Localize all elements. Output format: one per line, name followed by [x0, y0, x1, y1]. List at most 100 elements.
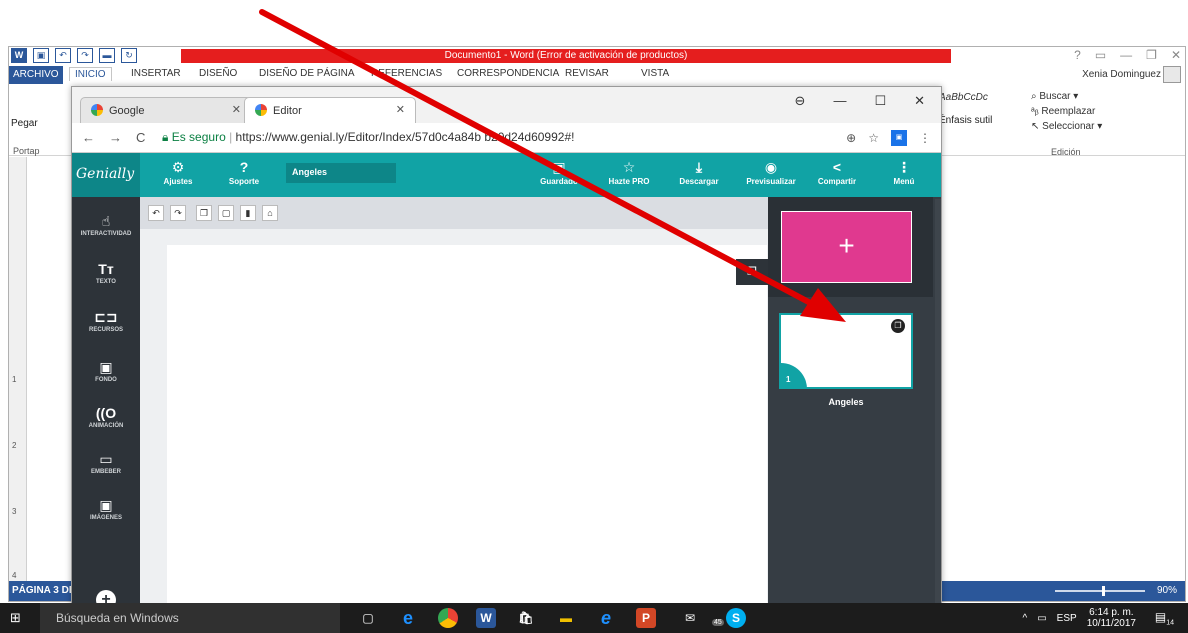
chrome-icon[interactable]: [438, 608, 458, 628]
genially-logo[interactable]: Genially: [72, 153, 140, 197]
close-icon[interactable]: ✕: [1171, 48, 1181, 62]
help-icon[interactable]: ?: [1074, 48, 1081, 62]
settings-button[interactable]: ⚙ Ajustes: [158, 157, 198, 186]
replace-button[interactable]: ᵃᵦ Reemplazar: [1031, 104, 1102, 119]
lock-icon[interactable]: ⌂: [262, 205, 278, 221]
tab-revisar[interactable]: REVISAR: [565, 68, 609, 79]
task-view-icon[interactable]: ▢: [358, 608, 378, 628]
bookmark-star-icon[interactable]: ☆: [868, 131, 879, 145]
sidebar-item-interactividad[interactable]: ☝ INTERACTIVIDAD: [72, 211, 140, 237]
go-pro-button[interactable]: ☆ Hazte PRO: [604, 157, 654, 186]
extension-icon[interactable]: ▣: [891, 130, 907, 146]
saved-button[interactable]: ▣ Guardado: [534, 157, 584, 186]
sidebar-item-embeber[interactable]: ▭ EMBEBER: [72, 449, 140, 475]
tab-diseno-pagina[interactable]: DISEÑO DE PÁGINA: [259, 68, 355, 79]
maximize-icon[interactable]: ☐: [874, 93, 886, 109]
restore-icon[interactable]: ❐: [1146, 48, 1157, 62]
network-icon[interactable]: ▭: [1037, 613, 1046, 624]
chrome-menu-icon[interactable]: ⋮: [919, 131, 931, 145]
edge-icon[interactable]: e: [398, 608, 418, 628]
sidebar-item-imagenes[interactable]: ▣ IMÁGENES: [72, 495, 140, 521]
zoom-slider-thumb[interactable]: [1102, 586, 1105, 596]
download-button[interactable]: ⤓ Descargar: [672, 157, 726, 186]
tab-insertar[interactable]: INSERTAR: [131, 68, 181, 79]
store-icon[interactable]: 🛍︎: [516, 608, 536, 628]
menu-button[interactable]: ⋮ Menú: [884, 157, 924, 186]
slide-canvas[interactable]: [167, 245, 767, 621]
slide-thumbnail[interactable]: ❐ 1: [779, 313, 913, 389]
mail-icon[interactable]: ✉: [680, 608, 700, 628]
word-app-icon[interactable]: W: [11, 48, 27, 63]
close-tab-icon[interactable]: ✕: [396, 103, 405, 116]
reload-icon[interactable]: C: [136, 130, 145, 145]
support-button[interactable]: ? Soporte: [222, 157, 266, 186]
page-indicator[interactable]: PÁGINA 3 DE: [12, 585, 76, 596]
tab-inicio[interactable]: INICIO: [69, 67, 112, 81]
delete-icon[interactable]: ▮: [240, 205, 256, 221]
browser-tab-editor[interactable]: Editor ✕: [244, 97, 416, 123]
secure-label[interactable]: 🔒︎ Es seguro: [162, 130, 226, 144]
taskbar-search-input[interactable]: Búsqueda en Windows: [40, 603, 340, 633]
zoom-slider[interactable]: [1055, 590, 1145, 592]
address-bar[interactable]: 🔒︎ Es seguro | https://www.genial.ly/Edi…: [156, 127, 856, 149]
copy-icon[interactable]: ❐: [196, 205, 212, 221]
undo-icon[interactable]: ↶: [148, 205, 164, 221]
redo-icon[interactable]: ↷: [170, 205, 186, 221]
back-icon[interactable]: ←: [82, 130, 95, 145]
scrollbar[interactable]: [935, 199, 941, 619]
zoom-icon[interactable]: ⊕: [846, 131, 856, 145]
word-user-name[interactable]: Xenia Dominguez: [1082, 69, 1161, 80]
sidebar-item-animacion[interactable]: ((O ANIMACIÓN: [72, 403, 140, 429]
add-slide-button[interactable]: +: [781, 211, 912, 283]
undo-icon[interactable]: ↶: [55, 48, 71, 63]
find-button[interactable]: ⌕ Buscar ▾: [1031, 89, 1102, 104]
select-button[interactable]: ↖ Seleccionar ▾: [1031, 119, 1102, 134]
star-icon: ☆: [622, 159, 636, 175]
minimize-icon[interactable]: —: [1120, 48, 1132, 62]
browser-tab-google[interactable]: Google ✕: [80, 97, 252, 123]
save-icon[interactable]: ▣: [33, 48, 49, 63]
language-indicator[interactable]: ESP: [1057, 613, 1077, 624]
sidebar-item-recursos[interactable]: ⊏⊐ RECURSOS: [72, 307, 140, 333]
duplicate-icon[interactable]: ❐: [891, 319, 905, 333]
forward-icon[interactable]: →: [109, 130, 122, 145]
open-folder-icon[interactable]: ▬: [99, 48, 115, 63]
chrome-tabstrip: Google ✕ Editor ✕ ⊖ — ☐ ✕: [72, 87, 941, 123]
skype-icon[interactable]: S: [726, 608, 746, 628]
tab-diseno[interactable]: DISEÑO: [199, 68, 237, 79]
slide-title[interactable]: Angeles: [779, 397, 913, 407]
tab-correspondencia[interactable]: CORRESPONDENCIA: [457, 68, 559, 79]
file-explorer-icon[interactable]: ▬: [556, 608, 576, 628]
redo-icon[interactable]: ↷: [77, 48, 93, 63]
windows-start-icon[interactable]: ⊞: [10, 610, 21, 626]
ie-icon[interactable]: e: [596, 608, 616, 628]
project-name-input[interactable]: Angeles: [286, 163, 396, 183]
sidebar-item-texto[interactable]: Tт TEXTO: [72, 259, 140, 285]
profile-icon[interactable]: ⊖: [795, 93, 806, 109]
ribbon-display-icon[interactable]: ▭: [1095, 48, 1106, 62]
clock[interactable]: 6:14 p. m. 10/11/2017: [1087, 607, 1136, 629]
word-icon[interactable]: W: [476, 608, 496, 628]
minimize-icon[interactable]: —: [833, 93, 846, 109]
paste-icon[interactable]: ▢: [218, 205, 234, 221]
tab-archivo[interactable]: ARCHIVO: [9, 66, 63, 84]
share-button[interactable]: < Compartir: [810, 157, 864, 186]
avatar[interactable]: [1163, 66, 1181, 83]
refresh-icon[interactable]: ↻: [121, 48, 137, 63]
chevron-up-icon[interactable]: ^: [1023, 613, 1028, 624]
powerpoint-icon[interactable]: P: [636, 608, 656, 628]
url-text[interactable]: https://www.genial.ly/Editor/Index/57d0c…: [236, 130, 575, 144]
preview-button[interactable]: ◉ Previsualizar: [736, 157, 806, 186]
close-tab-icon[interactable]: ✕: [232, 103, 241, 116]
style-sample[interactable]: AaBbCcDc: [939, 92, 992, 103]
tab-referencias[interactable]: REFERENCIAS: [371, 68, 442, 79]
paste-button[interactable]: Pegar: [11, 118, 38, 129]
close-icon[interactable]: ✕: [914, 93, 925, 109]
style-name[interactable]: Énfasis sutil: [939, 115, 992, 126]
notifications-icon[interactable]: ▤14: [1155, 610, 1174, 626]
tab-vista[interactable]: VISTA: [641, 68, 669, 79]
zoom-level[interactable]: 90%: [1157, 585, 1177, 596]
sidebar-item-fondo[interactable]: ▣ FONDO: [72, 357, 140, 383]
layers-toggle-icon[interactable]: ❐: [736, 259, 768, 285]
styles-gallery[interactable]: AaBbCcDc Énfasis sutil: [939, 92, 992, 126]
